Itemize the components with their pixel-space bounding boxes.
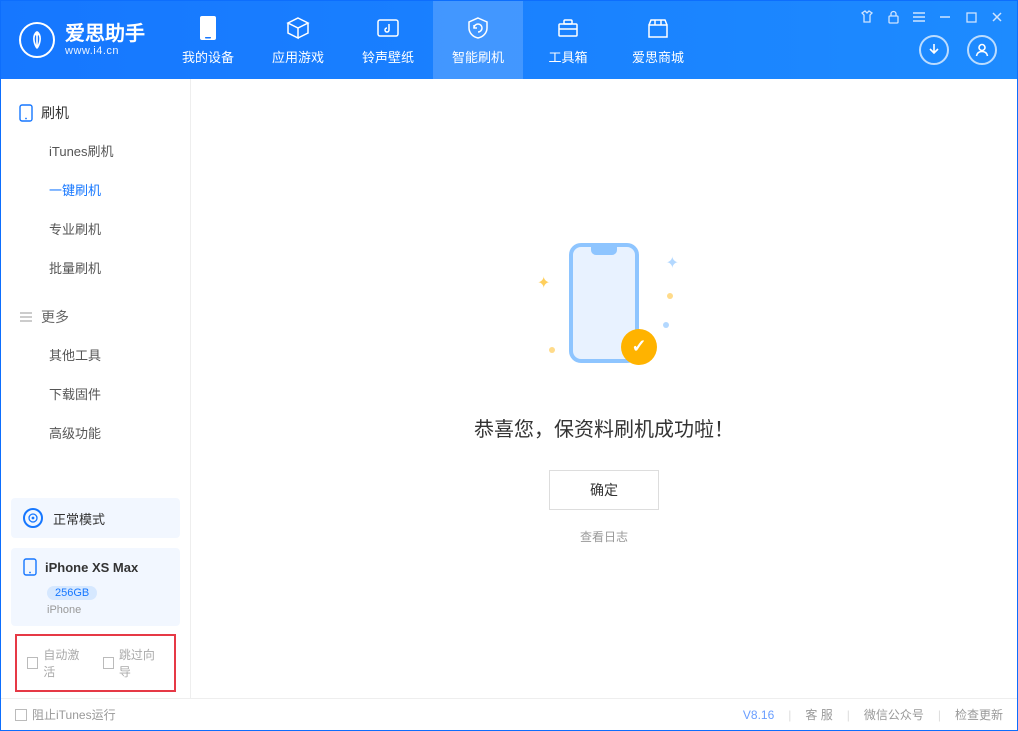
- download-button[interactable]: [919, 35, 949, 65]
- device-type: iPhone: [47, 604, 168, 616]
- highlighted-checkbox-row: 自动激活 跳过向导: [15, 634, 176, 692]
- sidebar: 刷机 iTunes刷机 一键刷机 专业刷机 批量刷机 更多 其他工具 下载固件 …: [1, 79, 191, 698]
- menu-icon[interactable]: [911, 9, 927, 25]
- device-card[interactable]: iPhone XS Max 256GB iPhone: [11, 548, 180, 626]
- close-button[interactable]: [989, 9, 1005, 25]
- device-phone-icon: [23, 558, 37, 576]
- checkbox-box-icon: [27, 657, 38, 669]
- mode-card[interactable]: 正常模式: [11, 498, 180, 538]
- music-folder-icon: [375, 15, 401, 41]
- sidebar-item-advanced[interactable]: 高级功能: [1, 413, 190, 452]
- nav-tab-toolbox[interactable]: 工具箱: [523, 1, 613, 79]
- toolbox-icon: [555, 15, 581, 41]
- phone-icon: [19, 104, 33, 122]
- app-name: 爱思助手: [65, 23, 145, 45]
- dot-icon: [663, 322, 669, 328]
- footer-link-update[interactable]: 检查更新: [955, 706, 1003, 723]
- lock-icon[interactable]: [885, 9, 901, 25]
- sparkle-icon: ✦: [666, 253, 679, 273]
- user-button[interactable]: [967, 35, 997, 65]
- cube-icon: [285, 15, 311, 41]
- nav-tab-flash[interactable]: 智能刷机: [433, 1, 523, 79]
- checkbox-box-icon: [15, 709, 27, 721]
- mode-icon: [23, 508, 43, 528]
- sidebar-item-batch-flash[interactable]: 批量刷机: [1, 248, 190, 287]
- window-controls: [859, 9, 1005, 25]
- store-icon: [645, 15, 671, 41]
- version-label: V8.16: [743, 708, 774, 722]
- footer-link-service[interactable]: 客 服: [805, 706, 832, 723]
- nav-tabs: 我的设备 应用游戏 铃声壁纸 智能刷机 工具箱 爱思商城: [163, 1, 703, 79]
- sidebar-item-itunes-flash[interactable]: iTunes刷机: [1, 131, 190, 170]
- minimize-button[interactable]: [937, 9, 953, 25]
- logo-icon: [19, 22, 55, 58]
- logo-area: 爱思助手 www.i4.cn: [1, 1, 163, 79]
- sidebar-item-other-tools[interactable]: 其他工具: [1, 335, 190, 374]
- maximize-button[interactable]: [963, 9, 979, 25]
- footer: 阻止iTunes运行 V8.16 | 客 服 | 微信公众号 | 检查更新: [1, 698, 1017, 730]
- sparkle-icon: ✦: [537, 273, 550, 293]
- checkbox-box-icon: [103, 657, 114, 669]
- app-header: 爱思助手 www.i4.cn 我的设备 应用游戏 铃声壁纸 智能刷机: [1, 1, 1017, 79]
- ok-button[interactable]: 确定: [549, 470, 659, 510]
- shield-refresh-icon: [465, 15, 491, 41]
- nav-tab-apps[interactable]: 应用游戏: [253, 1, 343, 79]
- device-icon: [195, 15, 221, 41]
- checkbox-skip-guide[interactable]: 跳过向导: [103, 646, 165, 680]
- list-icon: [19, 311, 33, 323]
- main-content: ✦ ✦ ✓ 恭喜您，保资料刷机成功啦！ 确定 查看日志: [191, 79, 1017, 698]
- view-log-link[interactable]: 查看日志: [580, 528, 628, 545]
- device-storage: 256GB: [47, 586, 97, 600]
- device-name: iPhone XS Max: [45, 560, 138, 575]
- mode-label: 正常模式: [53, 509, 105, 528]
- success-title: 恭喜您，保资料刷机成功啦！: [474, 413, 734, 442]
- sidebar-item-oneclick-flash[interactable]: 一键刷机: [1, 170, 190, 209]
- nav-tab-store[interactable]: 爱思商城: [613, 1, 703, 79]
- nav-tab-my-device[interactable]: 我的设备: [163, 1, 253, 79]
- checkbox-block-itunes[interactable]: 阻止iTunes运行: [15, 706, 116, 723]
- app-url: www.i4.cn: [65, 45, 145, 57]
- check-badge-icon: ✓: [621, 329, 657, 365]
- checkbox-auto-activate[interactable]: 自动激活: [27, 646, 89, 680]
- footer-link-wechat[interactable]: 微信公众号: [864, 706, 924, 723]
- dot-icon: [549, 347, 555, 353]
- shirt-icon[interactable]: [859, 9, 875, 25]
- sidebar-section-more: 更多: [1, 297, 190, 335]
- sidebar-item-download-firmware[interactable]: 下载固件: [1, 374, 190, 413]
- nav-tab-ringtones[interactable]: 铃声壁纸: [343, 1, 433, 79]
- dot-icon: [667, 293, 673, 299]
- header-actions: [919, 35, 997, 65]
- success-illustration: ✦ ✦ ✓: [529, 233, 679, 383]
- body-area: 刷机 iTunes刷机 一键刷机 专业刷机 批量刷机 更多 其他工具 下载固件 …: [1, 79, 1017, 698]
- sidebar-section-flash: 刷机: [1, 93, 190, 131]
- sidebar-item-pro-flash[interactable]: 专业刷机: [1, 209, 190, 248]
